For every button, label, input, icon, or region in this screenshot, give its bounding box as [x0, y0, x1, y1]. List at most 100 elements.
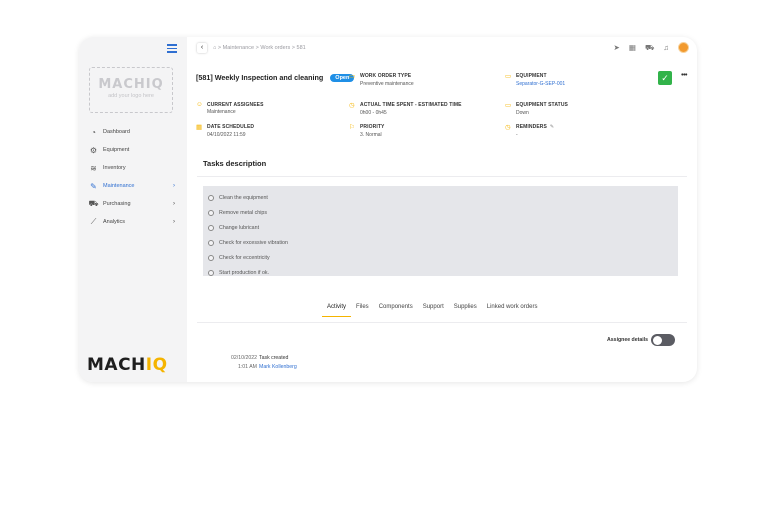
- app-window: MACHIQ add your logo here ◔ Dashboard ⚙ …: [79, 37, 697, 382]
- sidebar-item-equipment[interactable]: ⚙ Equipment: [79, 141, 187, 159]
- task-label: Start production if ok.: [219, 269, 270, 276]
- task-checkbox[interactable]: [208, 269, 214, 276]
- top-icons: ➤ ▦ ⛟ ♫: [614, 42, 689, 53]
- send-icon[interactable]: ➤: [614, 43, 620, 52]
- toggle-knob: [652, 335, 662, 345]
- back-button[interactable]: ‹: [197, 43, 207, 53]
- task-label: Check for excessive vibration: [219, 239, 288, 246]
- sidebar-item-label: Purchasing: [103, 201, 131, 207]
- logo-placeholder[interactable]: MACHIQ add your logo here: [89, 67, 173, 113]
- task-item[interactable]: Check for excessive vibration: [203, 235, 678, 250]
- task-item[interactable]: Remove metal chips: [203, 205, 678, 220]
- clipboard-icon: ▭: [349, 73, 356, 80]
- task-label: Clean the equipment: [219, 194, 268, 201]
- status-icon: ▭: [505, 102, 512, 109]
- tabs-divider: [197, 322, 687, 323]
- breadcrumb-separator: >: [291, 45, 295, 51]
- work-order-title: [581] Weekly Inspection and cleaning: [196, 73, 324, 82]
- sidebar-nav: ◔ Dashboard ⚙ Equipment ≋ Inventory ✎ Ma…: [79, 123, 187, 231]
- task-label: Check for eccentricity: [219, 254, 270, 261]
- bell-icon[interactable]: ♫: [663, 43, 669, 52]
- sidebar-item-dashboard[interactable]: ◔ Dashboard: [79, 123, 187, 141]
- field-label: ACTUAL TIME SPENT - ESTIMATED TIME: [360, 102, 462, 108]
- tab-files[interactable]: Files: [351, 304, 374, 317]
- task-checkbox[interactable]: [208, 239, 214, 246]
- field-label: CURRENT ASSIGNEES: [207, 101, 264, 108]
- avatar[interactable]: [678, 42, 689, 53]
- scanner-icon[interactable]: ▦: [629, 43, 636, 52]
- sidebar-item-inventory[interactable]: ≋ Inventory: [79, 159, 187, 177]
- folder-icon: ▭: [505, 73, 512, 80]
- home-icon[interactable]: ⌂: [213, 45, 216, 51]
- tab-activity[interactable]: Activity: [322, 304, 352, 317]
- breadcrumb-current: 581: [296, 45, 306, 51]
- activity-entry: 02/10/2022 Task created 1:01 AM Mark Kol…: [215, 355, 297, 370]
- sidebar-item-label: Dashboard: [103, 129, 130, 135]
- complete-button[interactable]: ✓: [658, 71, 672, 85]
- brand-accent: IQ: [145, 355, 168, 375]
- alarm-icon: ◷: [505, 124, 511, 131]
- edit-icon[interactable]: ✎: [550, 124, 554, 130]
- task-item[interactable]: Clean the equipment: [203, 190, 678, 205]
- cart-icon: ⛟: [88, 199, 99, 208]
- equipment-link[interactable]: Separator-G-SEP-001: [516, 81, 565, 87]
- equipment-icon: ⚙: [89, 145, 98, 155]
- priority-icon: ⚐: [349, 124, 355, 131]
- detail-tabs: Activity Files Components Support Suppli…: [322, 304, 542, 317]
- sidebar-item-purchasing[interactable]: ⛟ Purchasing ›: [79, 195, 187, 213]
- brand-main: MACH: [87, 355, 146, 375]
- sidebar-item-label: Analytics: [103, 219, 126, 225]
- sidebar-item-analytics[interactable]: ⟋ Analytics ›: [79, 213, 187, 231]
- task-checkbox[interactable]: [208, 194, 214, 201]
- task-label: Remove metal chips: [219, 209, 267, 216]
- activity-user-link[interactable]: Mark Kollenberg: [259, 364, 297, 370]
- assignee-details-toggle[interactable]: [651, 334, 675, 346]
- tab-supplies[interactable]: Supplies: [449, 304, 482, 317]
- task-checkbox[interactable]: [208, 209, 214, 216]
- sidebar-item-label: Inventory: [103, 165, 126, 171]
- breadcrumb-maintenance[interactable]: Maintenance: [223, 45, 255, 51]
- field-label: EQUIPMENT: [516, 73, 547, 79]
- activity-date: 02/10/2022: [231, 355, 257, 361]
- main-content: [581] Weekly Inspection and cleaning Ope…: [187, 59, 697, 382]
- task-label: Change lubricant: [219, 224, 260, 231]
- work-order-type-field: ▭ WORK ORDER TYPE Preventive maintenance: [349, 72, 414, 87]
- tab-linked-work-orders[interactable]: Linked work orders: [482, 304, 543, 317]
- field-label: WORK ORDER TYPE: [360, 73, 412, 79]
- field-label: DATE SCHEDULED: [207, 124, 255, 130]
- equipment-field: ▭ EQUIPMENT Separator-G-SEP-001: [505, 72, 565, 87]
- more-options-icon[interactable]: •••: [681, 72, 687, 79]
- date-scheduled-field: ▦ DATE SCHEDULED 04/10/2022 11:59: [196, 123, 254, 138]
- task-item[interactable]: Change lubricant: [203, 220, 678, 235]
- task-item[interactable]: Start production if ok.: [203, 265, 678, 280]
- chevron-right-icon: ›: [173, 201, 175, 207]
- tasks-list: Clean the equipment Remove metal chips C…: [203, 186, 678, 276]
- time-field: ◷ ACTUAL TIME SPENT - ESTIMATED TIME 0h00…: [349, 101, 462, 116]
- breadcrumb-separator: >: [255, 45, 259, 51]
- sidebar-item-label: Maintenance: [103, 183, 135, 189]
- task-item[interactable]: Check for eccentricity: [203, 250, 678, 265]
- field-label: EQUIPMENT STATUS: [516, 102, 568, 108]
- breadcrumb: ⌂ > Maintenance > Work orders > 581: [213, 45, 306, 51]
- breadcrumb-work-orders[interactable]: Work orders: [260, 45, 290, 51]
- task-checkbox[interactable]: [208, 254, 214, 261]
- assignee-details-label: Assignee details: [607, 337, 648, 343]
- cart-icon[interactable]: ⛟: [645, 43, 654, 53]
- activity-text: Task created: [259, 355, 289, 361]
- field-value: Maintenance: [207, 109, 236, 115]
- sidebar-item-maintenance[interactable]: ✎ Maintenance ›: [79, 177, 187, 195]
- tab-support[interactable]: Support: [418, 304, 449, 317]
- task-checkbox[interactable]: [208, 224, 214, 231]
- logo-text: MACHIQ: [98, 77, 164, 92]
- field-value: -: [516, 132, 518, 138]
- field-value: 3. Normal: [360, 132, 382, 138]
- reminders-field: ◷ REMINDERS ✎ -: [505, 123, 554, 138]
- current-assignees-field: ☺ CURRENT ASSIGNEES Maintenance: [196, 101, 264, 115]
- brand-logo: MACHIQ: [87, 355, 168, 375]
- wrench-icon: ✎: [90, 181, 97, 191]
- hamburger-menu-icon[interactable]: [167, 44, 177, 53]
- topbar: ‹ ⌂ > Maintenance > Work orders > 581 ➤ …: [187, 37, 697, 59]
- tab-components[interactable]: Components: [374, 304, 418, 317]
- calendar-icon: ▦: [196, 124, 203, 131]
- chart-icon: ⟋: [90, 217, 97, 226]
